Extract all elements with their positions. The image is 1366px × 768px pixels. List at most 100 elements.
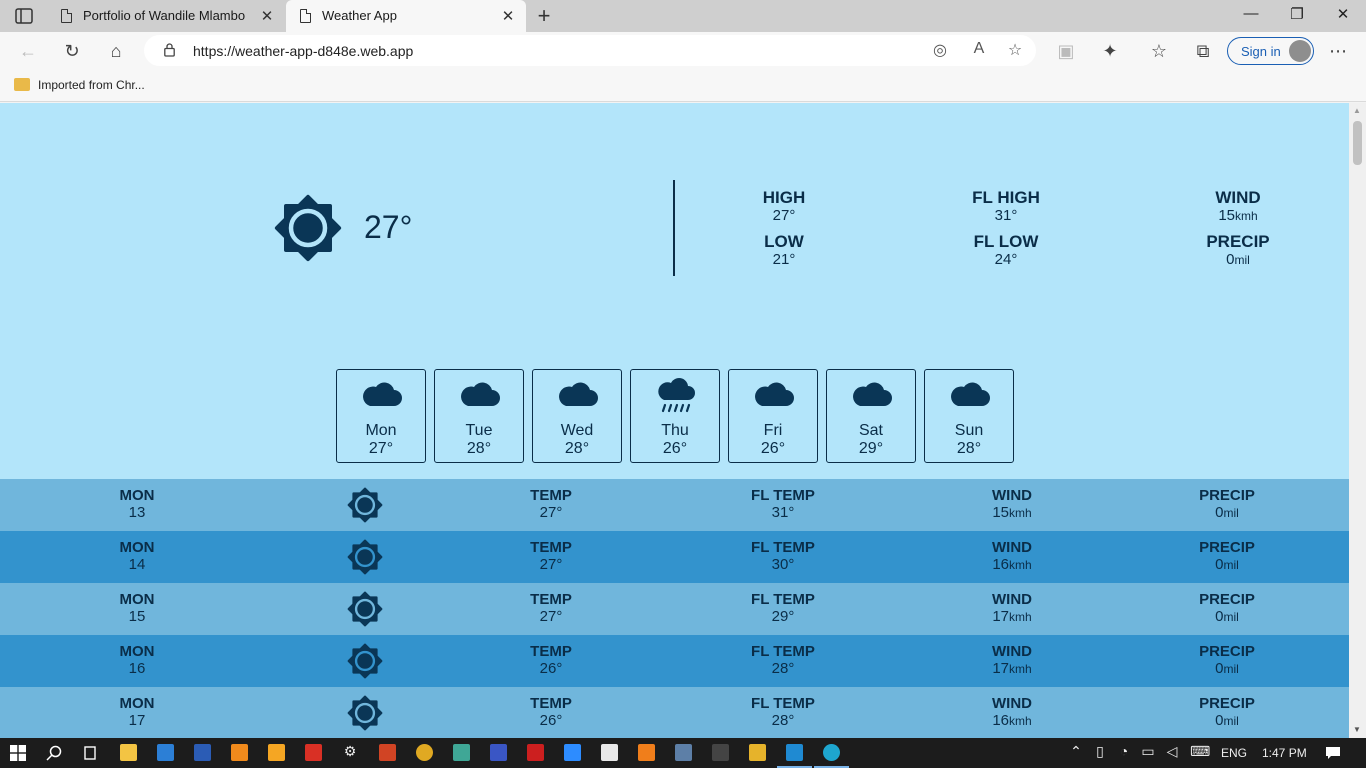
keyboard-icon[interactable]: ⌨ [1190, 743, 1210, 760]
notepad-icon[interactable] [453, 744, 470, 761]
read-aloud-icon[interactable]: A [969, 40, 989, 58]
file-explorer-icon[interactable] [120, 744, 137, 761]
cell-value: 14 [128, 556, 146, 573]
day-card-tue[interactable]: Tue 28° [434, 369, 524, 463]
back-icon[interactable]: ← [16, 39, 40, 63]
clock[interactable]: 1:47 PM [1262, 746, 1307, 760]
notes-icon[interactable] [490, 744, 507, 761]
hourly-row: MON 17 TEMP 26° FL TEMP 28° WIND 16kmh PRECIP 0mi… [0, 687, 1349, 738]
notifications-icon[interactable] [1325, 746, 1341, 760]
add-favorite-icon[interactable]: ☆ [1005, 40, 1025, 60]
tab-weather-app[interactable]: Weather App ✕ [286, 0, 526, 32]
cell-value: 30° [771, 556, 795, 573]
word-icon[interactable] [194, 744, 211, 761]
volume-icon[interactable]: ◁ [1163, 743, 1181, 760]
extensions-icon[interactable]: ✦ [1098, 39, 1122, 63]
chevron-up-icon[interactable]: ⌃ [1067, 743, 1085, 760]
day-card-fri[interactable]: Fri 26° [728, 369, 818, 463]
settings-icon[interactable]: ⚙ [341, 743, 359, 760]
language-indicator[interactable]: ENG [1221, 746, 1247, 760]
cell-value: 0mil [1215, 660, 1239, 677]
row-wind: WIND 17kmh [942, 643, 1082, 678]
windows-start-icon[interactable] [10, 745, 26, 761]
day-name: Fri [763, 422, 783, 439]
scrollbar[interactable]: ▲ ▼ [1349, 103, 1366, 738]
more-icon[interactable]: ⋯ [1326, 39, 1350, 63]
wifi-icon[interactable]: ◔ [1115, 743, 1133, 759]
day-card-thu[interactable]: Thu 26° [630, 369, 720, 463]
collections-icon[interactable]: ⧉ [1191, 39, 1215, 63]
cell-label: TEMP [530, 695, 572, 712]
usb-icon[interactable]: ▯ [1091, 743, 1109, 760]
minimize-button[interactable]: — [1241, 5, 1261, 22]
cell-value: 31° [771, 504, 795, 521]
search-icon[interactable] [46, 745, 62, 761]
row-wind: WIND 16kmh [942, 539, 1082, 574]
git-icon[interactable] [749, 744, 766, 761]
sublime-icon[interactable] [638, 744, 655, 761]
location-icon[interactable]: ◎ [930, 40, 950, 60]
cell-label: FL TEMP [751, 591, 815, 608]
sun-icon [274, 194, 342, 262]
row-fl-temp: FL TEMP 29° [713, 591, 853, 626]
close-tab-icon[interactable]: ✕ [259, 7, 275, 25]
cell-value: 26° [539, 712, 563, 729]
row-precip: PRECIP 0mil [1157, 695, 1297, 730]
stat-value: 24° [994, 251, 1018, 268]
calculator-icon[interactable] [601, 744, 618, 761]
day-card-wed[interactable]: Wed 28° [532, 369, 622, 463]
row-fl-temp: FL TEMP 31° [713, 487, 853, 522]
extension-icon[interactable]: ▣ [1054, 39, 1078, 63]
stat-value: 0mil [1226, 251, 1250, 268]
scroll-thumb[interactable] [1353, 121, 1362, 165]
day-temp: 29° [858, 440, 884, 457]
day-name: Mon [365, 422, 397, 439]
day-name: Wed [560, 422, 594, 439]
cell-value: 28° [771, 660, 795, 677]
new-tab-button[interactable]: + [534, 3, 554, 29]
day-card-sun[interactable]: Sun 28° [924, 369, 1014, 463]
terminal-icon[interactable] [712, 744, 729, 761]
cell-label: MON [119, 695, 155, 712]
stat-low: LOW 21° [724, 232, 844, 268]
vscode-icon[interactable] [786, 744, 803, 761]
lock-icon[interactable] [164, 43, 175, 57]
favorite-folder-imported[interactable]: Imported from Chr... [38, 78, 145, 92]
day-card-mon[interactable]: Mon 27° [336, 369, 426, 463]
cell-value: 27° [539, 504, 563, 521]
scroll-up-icon[interactable]: ▲ [1353, 106, 1361, 115]
tab-portfolio[interactable]: Portfolio of Wandile Mlambo ✕ [47, 0, 285, 32]
cell-value: 16 [128, 660, 146, 677]
day-card-sat[interactable]: Sat 29° [826, 369, 916, 463]
tab-actions-icon[interactable] [14, 7, 34, 25]
sign-in-button[interactable]: Sign in [1227, 37, 1314, 65]
close-tab-icon[interactable]: ✕ [500, 7, 516, 25]
address-bar[interactable]: https://weather-app-d848e.web.app ◎ A ☆ [144, 35, 1036, 66]
wireshark-icon[interactable] [675, 744, 692, 761]
media-player-icon[interactable] [268, 744, 285, 761]
stat-value: 15kmh [1218, 207, 1258, 224]
divider [673, 180, 675, 276]
task-view-icon[interactable] [82, 745, 98, 761]
row-day: MON 13 [67, 487, 207, 522]
scroll-down-icon[interactable]: ▼ [1353, 725, 1361, 734]
close-window-button[interactable]: ✕ [1333, 5, 1353, 23]
pdf-reader-icon[interactable] [305, 744, 322, 761]
outlook-icon[interactable] [157, 744, 174, 761]
cell-value: 15 [128, 608, 146, 625]
refresh-icon[interactable]: ↻ [60, 39, 84, 63]
powerpoint-icon[interactable] [379, 744, 396, 761]
battery-icon[interactable]: ▭ [1139, 743, 1157, 760]
restore-button[interactable]: ❐ [1287, 5, 1307, 23]
vlc-icon[interactable] [231, 744, 248, 761]
favorites-icon[interactable]: ☆ [1147, 39, 1171, 63]
zoom-icon[interactable] [564, 744, 581, 761]
edge-icon[interactable] [823, 744, 840, 761]
filezilla-icon[interactable] [527, 744, 544, 761]
favorites-bar: Imported from Chr... [0, 70, 1366, 102]
row-day: MON 14 [67, 539, 207, 574]
home-icon[interactable]: ⌂ [104, 39, 128, 63]
url-text[interactable]: https://weather-app-d848e.web.app [193, 43, 413, 59]
chrome-icon[interactable] [416, 744, 433, 761]
day-temp: 26° [662, 440, 688, 457]
